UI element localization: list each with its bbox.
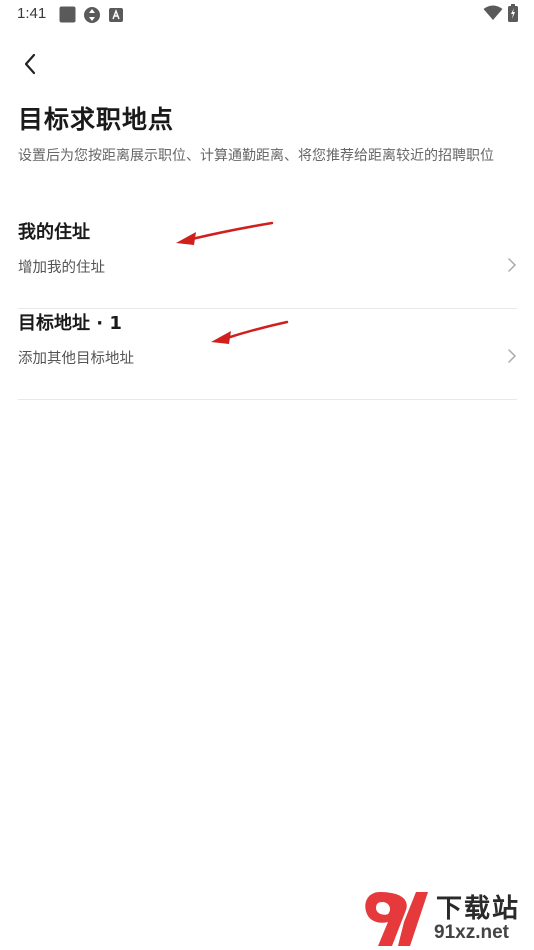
page-description: 设置后为您按距离展示职位、计算通勤距离、将您推荐给距离较近的招聘职位 <box>18 148 494 164</box>
watermark-cn: 下载站 <box>436 894 521 924</box>
watermark-en: 91xz.net <box>434 922 509 943</box>
square-notification-icon <box>59 6 76 27</box>
sync-icon <box>83 6 101 28</box>
back-button[interactable] <box>14 48 46 80</box>
page-title: 目标求职地点 <box>18 105 175 134</box>
a-icon <box>109 7 123 26</box>
wifi-icon <box>483 5 503 25</box>
red-arrow-icon <box>176 221 274 245</box>
add-target-address-link[interactable]: 添加其他目标地址 <box>18 347 134 368</box>
chevron-right-icon <box>508 258 517 272</box>
battery-icon <box>508 4 518 26</box>
chevron-right-icon <box>508 349 517 363</box>
red-arrow-icon <box>211 320 289 344</box>
my-address-title: 我的住址 <box>18 222 90 243</box>
target-address-title: 目标地址 · 1 <box>18 313 122 334</box>
status-time: 1:41 <box>17 5 47 22</box>
watermark: 下载站 91xz.net <box>358 888 534 950</box>
status-bar: 1:41 <box>0 0 534 30</box>
add-my-address-link[interactable]: 增加我的住址 <box>18 256 105 277</box>
chevron-left-icon <box>24 53 36 75</box>
91-logo <box>365 892 428 946</box>
